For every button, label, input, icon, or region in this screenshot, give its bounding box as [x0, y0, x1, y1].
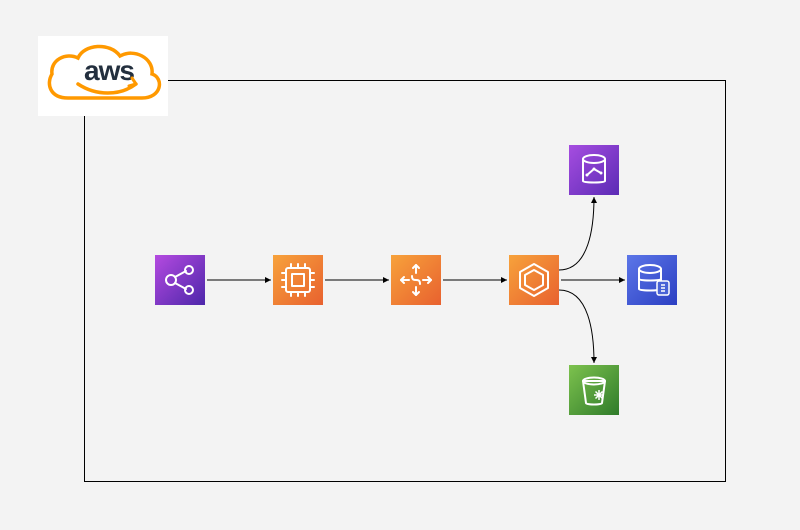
- ec2-icon: [273, 255, 323, 305]
- diagram-canvas: aws: [0, 0, 800, 530]
- aws-cloud-badge: aws: [38, 36, 168, 116]
- lambda-icon: [509, 255, 559, 305]
- iot-core-icon: [155, 255, 205, 305]
- aws-logo-text: aws: [84, 55, 134, 86]
- s3-icon: [569, 365, 619, 415]
- quicksight-icon: [569, 145, 619, 195]
- rds-icon: [627, 255, 677, 305]
- api-gateway-icon: [391, 255, 441, 305]
